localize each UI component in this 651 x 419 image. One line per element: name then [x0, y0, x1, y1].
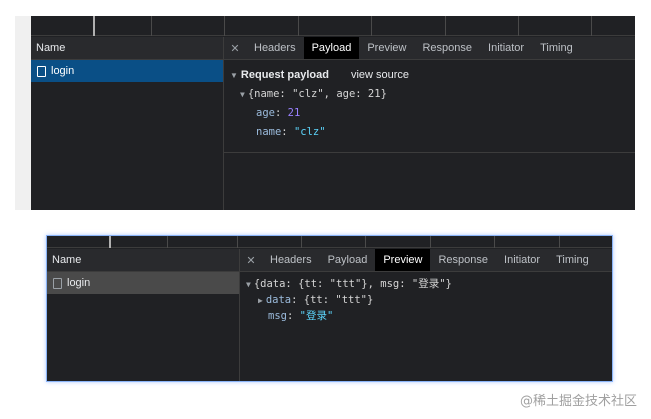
field-key: data	[265, 294, 292, 306]
field-sep: :	[281, 126, 294, 138]
field-value: {tt: "ttt"}	[303, 294, 374, 306]
timeline-tick	[298, 16, 299, 36]
timeline-cursor[interactable]	[93, 16, 95, 36]
network-timeline[interactable]	[31, 16, 635, 36]
detail-tabs: ✕ Headers Payload Preview Response Initi…	[224, 37, 635, 60]
view-source-link[interactable]: view source	[351, 69, 409, 81]
timeline-tick	[371, 16, 372, 36]
triangle-right-icon[interactable]: ▶	[258, 296, 263, 305]
section-divider	[224, 152, 635, 153]
tab-preview[interactable]: Preview	[375, 249, 431, 271]
timeline-tick	[445, 16, 446, 36]
preview-field-msg: msg: "登录"	[268, 310, 334, 322]
detail-tabs: ✕ Headers Payload Preview Response Initi…	[240, 249, 612, 272]
request-name-column: Name login	[31, 37, 224, 210]
timeline-tick	[494, 236, 495, 248]
timeline-tick	[559, 236, 560, 248]
triangle-down-icon[interactable]: ▼	[230, 71, 238, 80]
network-timeline[interactable]	[47, 236, 612, 248]
section-title: Request payload	[240, 69, 329, 81]
request-detail-pane: ✕ Headers Payload Preview Response Initi…	[224, 37, 635, 210]
timeline-tick	[591, 16, 592, 36]
timeline-tick	[151, 16, 152, 36]
tab-timing[interactable]: Timing	[548, 249, 597, 271]
preview-object-summary[interactable]: ▼ {data: {tt: "ttt"}, msg: "登录"}	[246, 276, 606, 292]
tab-response[interactable]: Response	[430, 249, 496, 271]
tab-preview[interactable]: Preview	[359, 37, 414, 59]
timeline-tick	[301, 236, 302, 248]
tab-headers[interactable]: Headers	[262, 249, 320, 271]
payload-field-name: name: "clz"	[230, 123, 629, 142]
tab-timing[interactable]: Timing	[532, 37, 581, 59]
timeline-tick	[518, 16, 519, 36]
field-value: 21	[287, 107, 301, 119]
name-column-header[interactable]: Name	[47, 249, 239, 272]
close-icon[interactable]: ✕	[240, 249, 262, 271]
object-summary: {name: "clz", age: 21}	[247, 88, 387, 100]
field-key: age	[256, 107, 275, 119]
field-value: "clz"	[293, 126, 326, 138]
request-name: login	[67, 277, 91, 289]
timeline-tick	[237, 236, 238, 248]
document-icon	[37, 65, 46, 77]
tab-headers[interactable]: Headers	[246, 37, 304, 59]
tab-initiator[interactable]: Initiator	[480, 37, 532, 59]
request-row-login[interactable]: login	[47, 272, 239, 294]
timeline-tick	[365, 236, 366, 248]
request-name-column: Name login	[47, 249, 240, 381]
tab-payload[interactable]: Payload	[303, 37, 360, 59]
payload-field-age: age: 21	[230, 104, 629, 123]
devtools-network-panel-preview: Name login ✕ Headers Payload Preview Res…	[46, 235, 613, 382]
tab-response[interactable]: Response	[414, 37, 480, 59]
field-sep: :	[274, 107, 288, 119]
field-key: msg	[268, 310, 287, 322]
triangle-down-icon[interactable]: ▼	[240, 90, 245, 99]
request-row-login[interactable]: login	[31, 60, 223, 82]
triangle-down-icon[interactable]: ▼	[246, 280, 251, 289]
watermark-text: @稀土掘金技术社区	[519, 394, 637, 409]
object-summary: {data: {tt: "ttt"}, msg: "登录"}	[253, 278, 452, 290]
preview-content: ▼ {data: {tt: "ttt"}, msg: "登录"} ▶ data: {…	[240, 272, 612, 330]
name-column-header[interactable]: Name	[31, 37, 223, 60]
payload-object-summary[interactable]: ▼ {name: "clz", age: 21}	[230, 85, 629, 104]
close-icon[interactable]: ✕	[224, 37, 246, 59]
request-payload-section-header[interactable]: ▼ Request payload view source	[230, 66, 629, 85]
document-icon	[53, 277, 62, 289]
timeline-tick	[167, 236, 168, 248]
devtools-network-panel-payload: Name login ✕ Headers Payload Preview Res…	[15, 16, 635, 210]
field-value: "登录"	[299, 310, 334, 322]
tab-payload[interactable]: Payload	[320, 249, 376, 271]
field-key: name	[256, 126, 282, 138]
timeline-tick	[430, 236, 431, 248]
tab-initiator[interactable]: Initiator	[496, 249, 548, 271]
timeline-cursor[interactable]	[109, 236, 111, 248]
payload-content: ▼ Request payload view source ▼ {name: "clz…	[224, 60, 635, 148]
preview-field-data[interactable]: ▶ data: {tt: "ttt"}	[246, 292, 606, 308]
request-name: login	[51, 65, 75, 77]
timeline-tick	[224, 16, 225, 36]
request-detail-pane: ✕ Headers Payload Preview Response Initi…	[240, 249, 612, 381]
